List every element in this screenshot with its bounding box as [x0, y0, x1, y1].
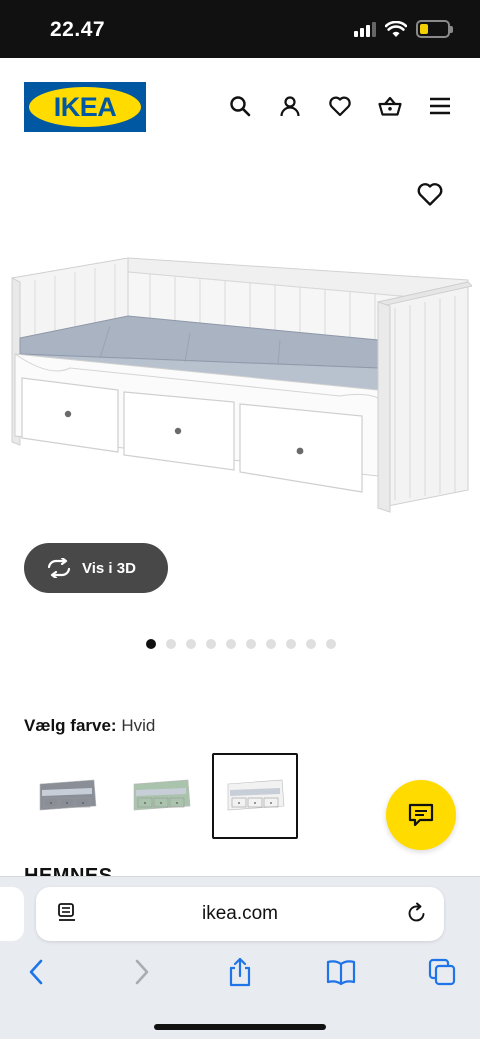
color-swatch[interactable]	[118, 753, 204, 839]
color-label: Vælg farve:	[24, 716, 117, 735]
heart-icon[interactable]	[328, 94, 352, 118]
site-header: IKEA	[0, 58, 480, 158]
chat-button[interactable]	[386, 780, 456, 850]
swatch-thumbnail	[133, 779, 191, 811]
color-swatch[interactable]	[212, 753, 298, 839]
previous-tab[interactable]	[0, 887, 24, 941]
wifi-icon	[385, 20, 407, 37]
search-icon[interactable]	[228, 94, 252, 118]
color-swatch[interactable]	[24, 753, 110, 839]
rotate-3d-icon	[47, 558, 71, 578]
browser-bar: ikea.com	[0, 876, 480, 1039]
view-in-3d-button[interactable]: Vis i 3D	[24, 543, 168, 593]
logo-text: IKEA	[53, 91, 117, 122]
share-icon[interactable]	[225, 957, 255, 987]
status-time: 22.47	[50, 18, 106, 41]
battery-icon	[416, 20, 453, 38]
color-value: Hvid	[121, 716, 156, 735]
gallery-dot[interactable]	[206, 639, 216, 649]
account-icon[interactable]	[278, 94, 302, 118]
chat-icon	[408, 803, 434, 827]
header-icons	[228, 94, 452, 118]
gallery-dot[interactable]	[286, 639, 296, 649]
favorite-heart-icon[interactable]	[416, 180, 444, 208]
browser-toolbar	[0, 957, 480, 1001]
home-indicator	[154, 1024, 326, 1030]
color-swatches	[24, 753, 298, 839]
swatch-thumbnail	[227, 779, 285, 811]
gallery-dot[interactable]	[246, 639, 256, 649]
reload-icon[interactable]	[406, 902, 428, 924]
gallery-dot[interactable]	[186, 639, 196, 649]
gallery-dot[interactable]	[306, 639, 316, 649]
gallery-dot[interactable]	[146, 639, 156, 649]
status-icons	[354, 20, 453, 38]
url-text: ikea.com	[201, 903, 279, 924]
tabs-icon[interactable]	[427, 957, 457, 987]
back-icon[interactable]	[22, 957, 52, 987]
gallery-pagination	[146, 639, 336, 649]
url-bar[interactable]: ikea.com	[36, 887, 444, 941]
basket-icon[interactable]	[378, 94, 402, 118]
color-selection: Vælg farve: Hvid	[24, 716, 155, 736]
gallery-dot[interactable]	[166, 639, 176, 649]
status-bar: 22.47	[0, 0, 480, 58]
bookmarks-icon[interactable]	[326, 957, 356, 987]
swatch-thumbnail	[39, 779, 97, 811]
signal-icon	[354, 21, 376, 37]
view-in-3d-label: Vis i 3D	[82, 559, 136, 577]
forward-icon[interactable]	[126, 957, 156, 987]
product-image[interactable]	[10, 250, 472, 520]
product-name: HEMNES	[24, 865, 113, 876]
ikea-logo[interactable]: IKEA	[24, 82, 146, 132]
gallery-dot[interactable]	[266, 639, 276, 649]
gallery-dot[interactable]	[226, 639, 236, 649]
menu-icon[interactable]	[428, 94, 452, 118]
gallery-dot[interactable]	[326, 639, 336, 649]
